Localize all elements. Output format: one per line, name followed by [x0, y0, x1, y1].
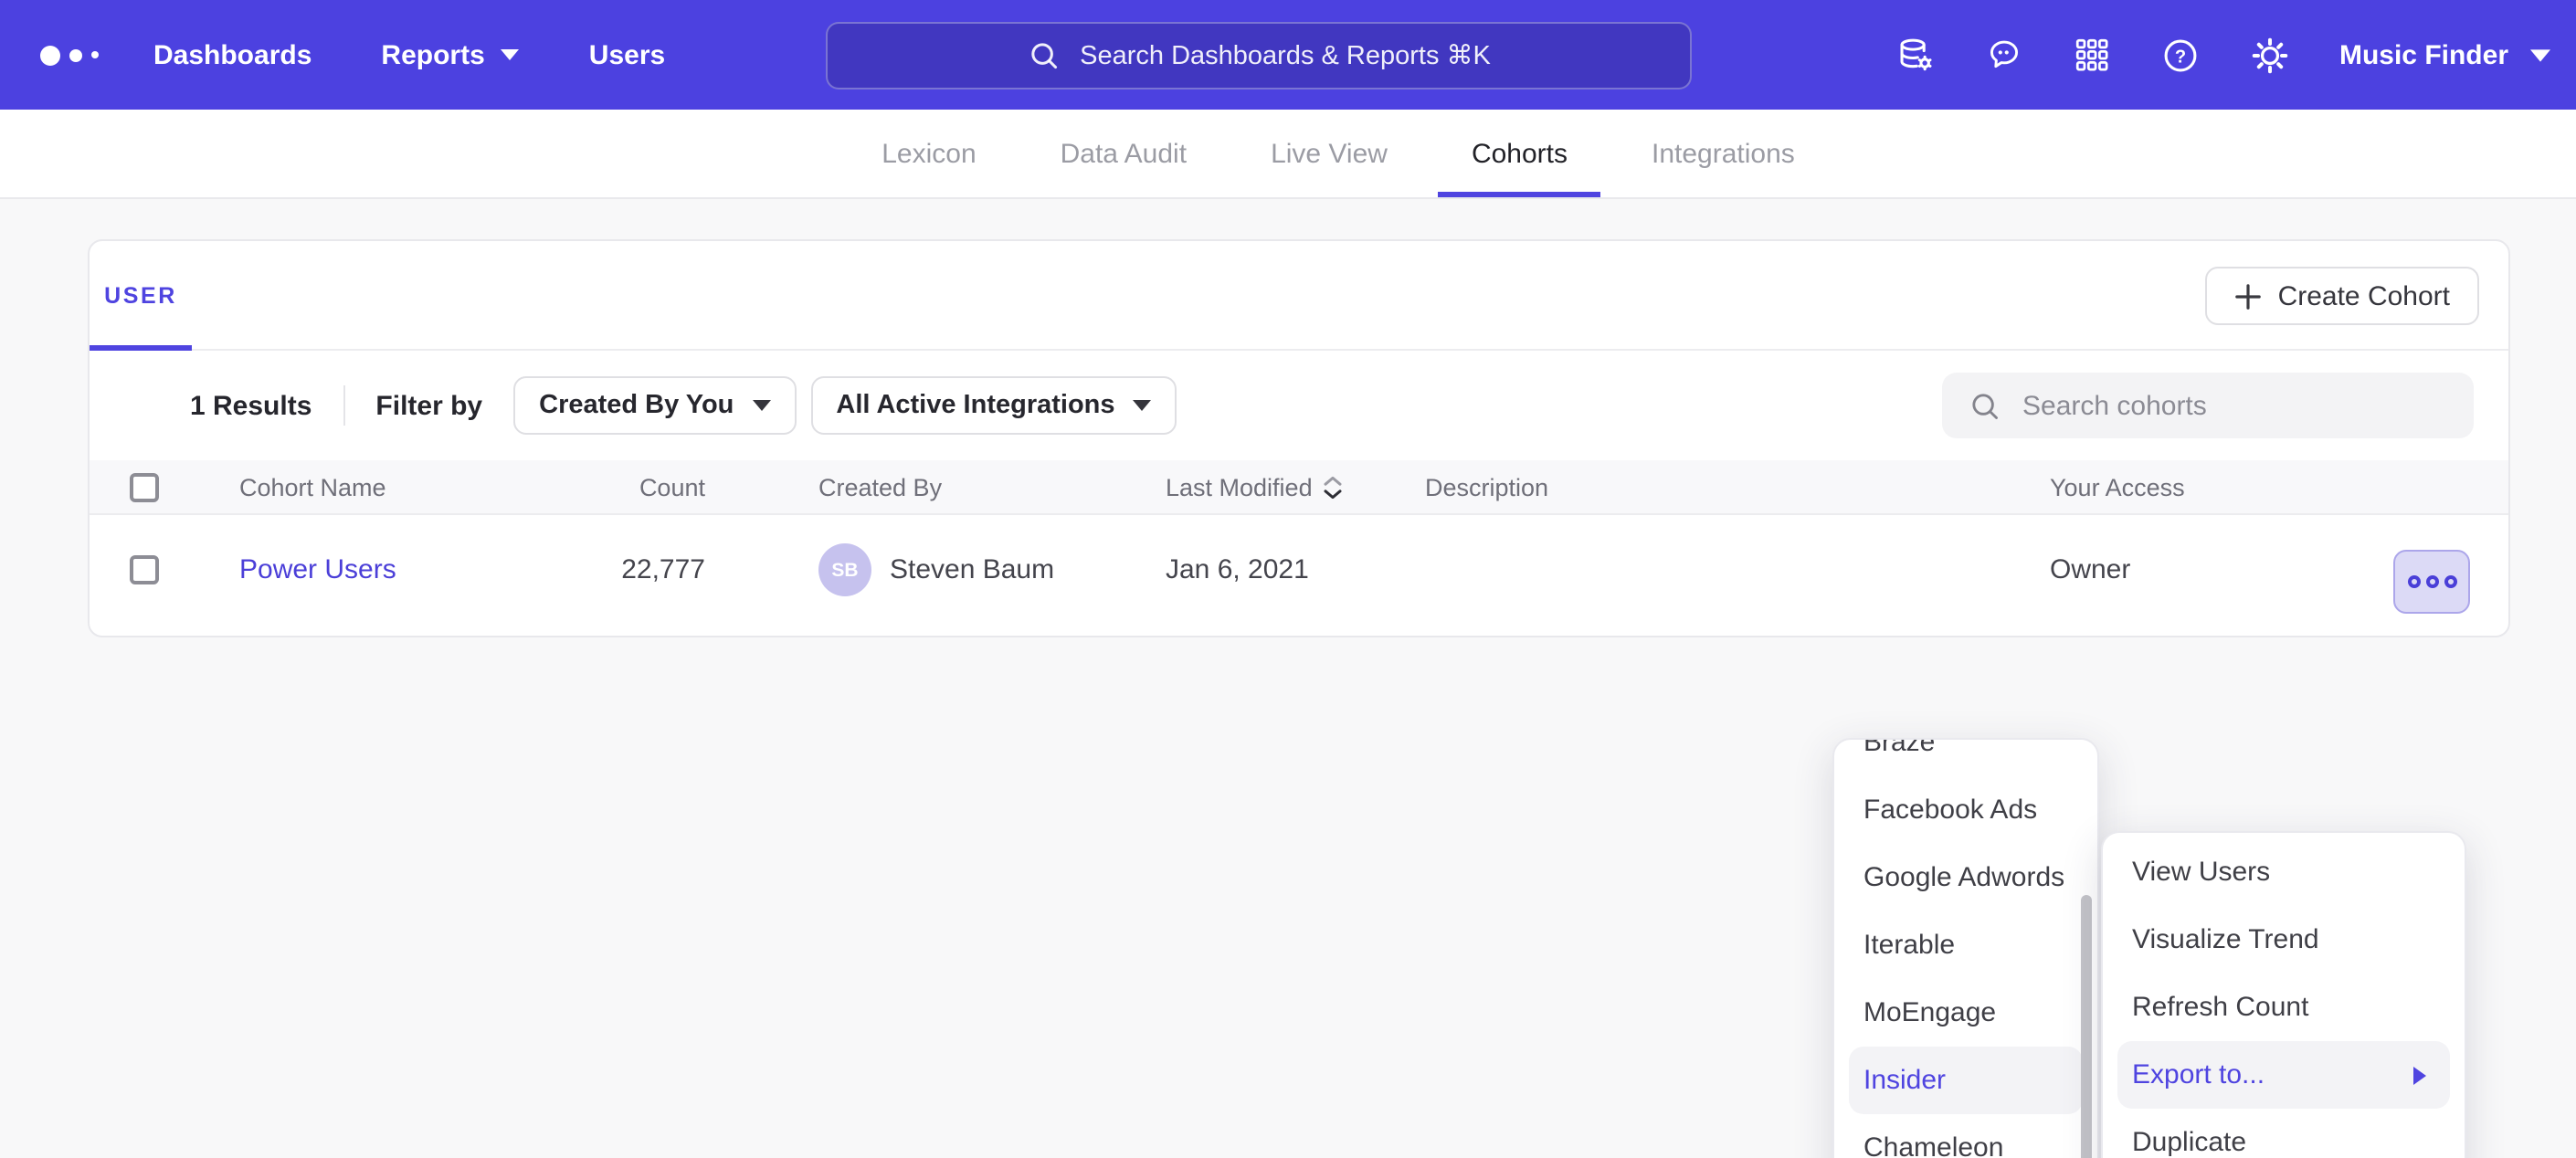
plus-icon	[2234, 282, 2262, 310]
data-settings-icon[interactable]	[1895, 34, 1937, 76]
menu-item-visualize-trend[interactable]: Visualize Trend	[2103, 906, 2465, 974]
menu-item-export-to-label: Export to...	[2132, 1059, 2265, 1090]
submenu-item-chameleon[interactable]: Chameleon	[1834, 1114, 2097, 1158]
column-cohort-name: Cohort Name	[239, 473, 386, 500]
avatar: SB	[818, 543, 871, 596]
create-cohort-button[interactable]: Create Cohort	[2205, 267, 2479, 325]
filter-by-label: Filter by	[375, 390, 482, 421]
table-header: Cohort Name Count Created By Last Modifi…	[90, 460, 2508, 515]
integrations-filter-button[interactable]: All Active Integrations	[810, 376, 1177, 435]
help-icon[interactable]: ?	[2160, 34, 2202, 76]
nav-reports[interactable]: Reports	[381, 39, 519, 70]
primary-nav: Dashboards Reports Users	[153, 39, 665, 70]
created-by-name: Steven Baum	[890, 554, 1054, 585]
project-selector[interactable]: Music Finder	[2339, 39, 2550, 70]
column-last-modified-label: Last Modified	[1166, 473, 1313, 500]
select-all-checkbox[interactable]	[130, 472, 159, 501]
submenu-scrollbar[interactable]	[2081, 895, 2092, 1158]
app-window: Dashboards Reports Users Search Dashboar…	[0, 0, 2576, 1158]
your-access-cell: Owner	[2050, 554, 2130, 585]
submenu-item-google-adwords[interactable]: Google Adwords	[1834, 844, 2097, 911]
feedback-icon[interactable]	[1985, 35, 2025, 75]
logo-dot-large	[40, 45, 60, 65]
settings-gear-icon[interactable]	[2250, 34, 2292, 76]
column-created-by: Created By	[818, 473, 942, 500]
filter-bar: 1 Results Filter by Created By You All A…	[90, 351, 2508, 460]
global-search-placeholder: Search Dashboards & Reports ⌘K	[1080, 41, 1491, 70]
sort-icon[interactable]	[1324, 475, 1344, 499]
apps-grid-icon[interactable]	[2073, 35, 2113, 75]
global-search-input[interactable]: Search Dashboards & Reports ⌘K	[826, 22, 1692, 89]
search-cohorts-placeholder: Search cohorts	[2022, 390, 2207, 421]
search-cohorts-input[interactable]: Search cohorts	[1942, 373, 2474, 438]
divider	[343, 385, 344, 426]
chevron-down-icon	[501, 49, 520, 60]
nav-users[interactable]: Users	[589, 39, 665, 70]
card-header: USER Create Cohort	[90, 241, 2508, 351]
results-count: 1 Results	[190, 390, 311, 421]
chevron-down-icon	[2530, 48, 2550, 61]
row-actions-button[interactable]	[2393, 550, 2470, 614]
created-by-cell: SB Steven Baum	[818, 543, 1054, 596]
chevron-down-icon	[752, 400, 770, 411]
dot-icon	[2407, 575, 2420, 588]
submenu-item-insider[interactable]: Insider	[1849, 1047, 2083, 1114]
integrations-filter-label: All Active Integrations	[836, 391, 1114, 420]
mixpanel-logo-icon[interactable]	[40, 45, 99, 65]
project-name: Music Finder	[2339, 39, 2508, 70]
menu-item-duplicate[interactable]: Duplicate	[2103, 1109, 2465, 1158]
cohort-count: 22,777	[486, 554, 705, 585]
search-icon	[1968, 388, 2002, 423]
nav-users-label: Users	[589, 39, 665, 70]
top-nav-right: ?	[1895, 0, 2550, 110]
create-cohort-label: Create Cohort	[2278, 280, 2450, 311]
main-content: USER Create Cohort 1 Results Filter by C…	[0, 199, 2576, 1158]
column-count: Count	[486, 473, 705, 500]
tab-live-view[interactable]: Live View	[1238, 110, 1420, 197]
export-submenu-list: Braze Facebook Ads Google Adwords Iterab…	[1834, 738, 2097, 1158]
tab-integrations[interactable]: Integrations	[1619, 110, 1828, 197]
cohort-context-menu: View Users Visualize Trend Refresh Count…	[2101, 831, 2466, 1158]
menu-item-export-to[interactable]: Export to...	[2117, 1041, 2450, 1109]
cohort-name-link[interactable]: Power Users	[239, 554, 396, 585]
submenu-item-braze[interactable]: Braze	[1834, 738, 2097, 776]
created-by-filter-label: Created By You	[539, 391, 734, 420]
submenu-arrow-icon	[2413, 1066, 2426, 1084]
logo-dot-medium	[69, 48, 82, 61]
search-icon	[1027, 38, 1061, 73]
column-last-modified[interactable]: Last Modified	[1166, 473, 1344, 500]
chevron-down-icon	[1134, 400, 1152, 411]
last-modified-cell: Jan 6, 2021	[1166, 554, 1309, 585]
svg-text:?: ?	[2176, 46, 2187, 66]
nav-reports-label: Reports	[381, 39, 484, 70]
column-description: Description	[1425, 473, 1548, 500]
created-by-filter-button[interactable]: Created By You	[513, 376, 796, 435]
menu-item-refresh-count[interactable]: Refresh Count	[2103, 974, 2465, 1041]
tab-cohorts[interactable]: Cohorts	[1439, 110, 1600, 197]
column-your-access: Your Access	[2050, 473, 2185, 500]
export-submenu: Braze Facebook Ads Google Adwords Iterab…	[1832, 738, 2099, 1158]
tab-data-audit[interactable]: Data Audit	[1028, 110, 1219, 197]
row-checkbox[interactable]	[130, 555, 159, 584]
section-tabs: Lexicon Data Audit Live View Cohorts Int…	[0, 110, 2576, 199]
submenu-item-iterable[interactable]: Iterable	[1834, 911, 2097, 979]
nav-dashboards[interactable]: Dashboards	[153, 39, 311, 70]
menu-item-view-users[interactable]: View Users	[2103, 838, 2465, 906]
submenu-item-facebook-ads[interactable]: Facebook Ads	[1834, 776, 2097, 844]
top-nav: Dashboards Reports Users Search Dashboar…	[0, 0, 2576, 110]
dot-icon	[2425, 575, 2438, 588]
cohorts-card: USER Create Cohort 1 Results Filter by C…	[88, 239, 2510, 637]
tab-lexicon[interactable]: Lexicon	[849, 110, 1008, 197]
table-row: Power Users 22,777 SB Steven Baum Jan 6,…	[90, 515, 2508, 625]
dot-icon	[2444, 575, 2456, 588]
tab-user[interactable]: USER	[90, 241, 192, 349]
logo-dot-small	[91, 51, 99, 58]
submenu-item-moengage[interactable]: MoEngage	[1834, 979, 2097, 1047]
nav-dashboards-label: Dashboards	[153, 39, 311, 70]
